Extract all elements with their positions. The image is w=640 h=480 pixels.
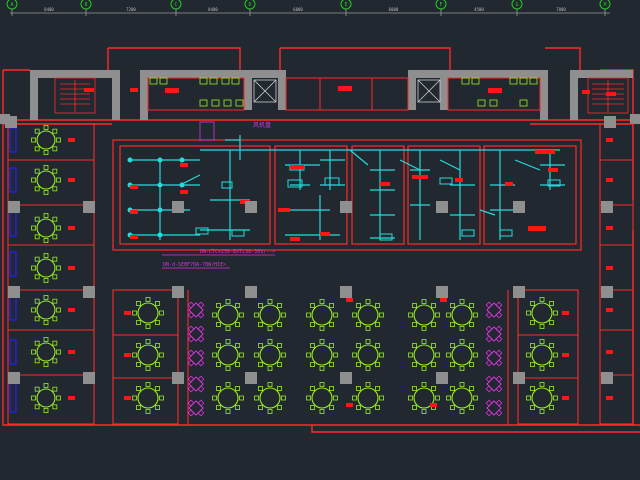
- diffuser-icon: [179, 182, 185, 188]
- equipment-tag: [320, 232, 330, 236]
- dimension-value: 6000: [293, 7, 303, 12]
- red-tag: [124, 311, 131, 315]
- red-tag: [606, 178, 613, 182]
- equipment-tag: [130, 235, 138, 239]
- axis-label: C: [174, 2, 177, 8]
- column: [83, 201, 95, 213]
- equipment-tag: [180, 190, 188, 194]
- axis-label: G: [515, 2, 518, 8]
- column: [340, 201, 352, 213]
- column: [601, 372, 613, 384]
- column: [8, 372, 20, 384]
- column: [436, 372, 448, 384]
- column: [172, 201, 184, 213]
- red-tag: [68, 350, 75, 354]
- equipment-tag: [290, 237, 300, 241]
- red-tag: [606, 138, 613, 142]
- diffuser-icon: [157, 157, 163, 163]
- equipment-tag: [455, 178, 463, 182]
- red-tag: [606, 308, 613, 312]
- column: [172, 286, 184, 298]
- red-tag: [68, 178, 75, 182]
- red-tag: [562, 353, 569, 357]
- column: [601, 201, 613, 213]
- red-tag: [606, 350, 613, 354]
- column: [513, 372, 525, 384]
- column: [245, 286, 257, 298]
- dimension-value: 8400: [44, 7, 54, 12]
- equipment-tag: [130, 185, 138, 189]
- equipment-tag: [290, 165, 304, 169]
- equipment-tag: [548, 168, 558, 172]
- annotation-tag-top: 风机盘: [253, 121, 271, 129]
- column: [340, 372, 352, 384]
- column: [8, 201, 20, 213]
- pipe-label-2: DN-d-SEBF70A-78W/HIE>: [163, 262, 226, 268]
- red-tag: [68, 396, 75, 400]
- red-tag: [606, 226, 613, 230]
- red-tag: [430, 403, 437, 407]
- axis-label: A: [10, 2, 13, 8]
- column: [245, 201, 257, 213]
- axis-label: D: [248, 2, 251, 8]
- column: [436, 286, 448, 298]
- red-tag: [562, 311, 569, 315]
- column: [245, 372, 257, 384]
- pipe-label-1: DN-CTCV250-BXTL38-36V/-->: [200, 249, 275, 255]
- equipment-tag: [130, 210, 138, 214]
- column: [513, 201, 525, 213]
- red-tag: [124, 353, 131, 357]
- dimension-value: 8400: [208, 7, 218, 12]
- diffuser-icon: [127, 157, 133, 163]
- red-tag: [124, 396, 131, 400]
- axis-label: E: [344, 2, 347, 8]
- equipment-tag: [412, 175, 428, 179]
- column: [83, 372, 95, 384]
- equipment-tag: [528, 226, 546, 231]
- equipment-tag: [535, 150, 555, 154]
- red-tag: [346, 298, 353, 302]
- column: [604, 116, 616, 128]
- dimension-value: 6000: [389, 7, 399, 12]
- red-tag: [606, 266, 613, 270]
- red-tag: [346, 403, 353, 407]
- red-tag: [562, 396, 569, 400]
- red-tag: [68, 266, 75, 270]
- red-tag: [68, 226, 75, 230]
- diffuser-icon: [179, 157, 185, 163]
- column: [436, 201, 448, 213]
- red-tag: [68, 138, 75, 142]
- column: [172, 372, 184, 384]
- column: [513, 286, 525, 298]
- dimension-value: 7200: [126, 7, 136, 12]
- column: [601, 286, 613, 298]
- column: [83, 286, 95, 298]
- diffuser-icon: [157, 182, 163, 188]
- dimension-value: 4500: [474, 7, 484, 12]
- equipment-tag: [278, 208, 290, 212]
- column: [8, 286, 20, 298]
- red-tag: [68, 308, 75, 312]
- red-tag: [606, 396, 613, 400]
- axis-label: H: [603, 2, 606, 8]
- red-tag: [440, 298, 447, 302]
- column: [340, 286, 352, 298]
- axis-label: B: [84, 2, 87, 8]
- axis-label: F: [439, 2, 442, 8]
- dimension-value: 7800: [556, 7, 566, 12]
- equipment-tag: [180, 163, 188, 167]
- diffuser-icon: [157, 207, 163, 213]
- equipment-tag: [380, 182, 390, 186]
- cad-floor-plan: 8400 7200 8400 6000 6000 4500 7800 A B C D E F G H: [0, 0, 640, 480]
- diffuser-icon: [157, 232, 163, 238]
- equipment-tag: [505, 182, 513, 186]
- column: [5, 116, 17, 128]
